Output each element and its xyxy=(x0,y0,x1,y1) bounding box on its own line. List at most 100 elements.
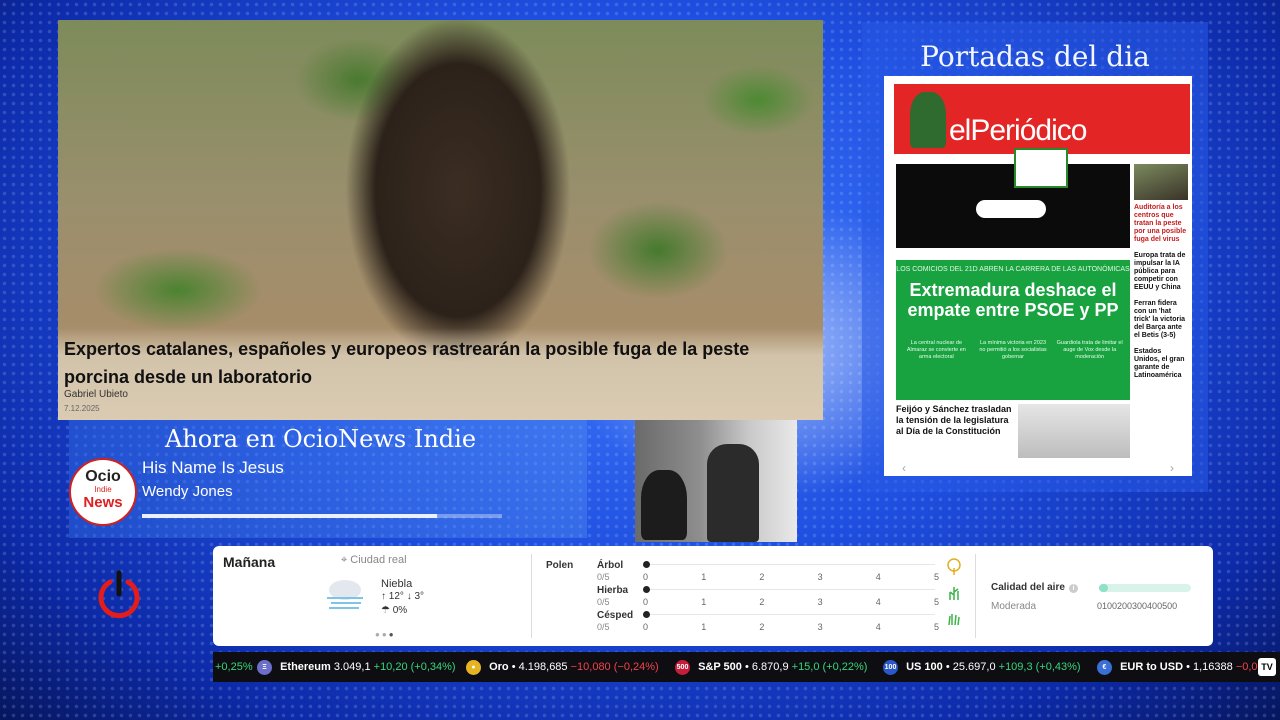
ethereum-icon: Ξ xyxy=(257,659,272,675)
air-quality-scale: 0100200300400500 xyxy=(1097,601,1178,611)
song-title: His Name Is Jesus xyxy=(142,458,284,477)
weather-condition: Niebla xyxy=(381,578,413,590)
scale-tick: 5 xyxy=(933,597,939,607)
polen-track xyxy=(645,589,935,590)
cover-lead-story: LOS COMICIOS DEL 21D ABREN LA CARRERA DE… xyxy=(896,260,1130,400)
portadas-panel: Portadas del dia elPeriódico LOS COMICIO… xyxy=(862,22,1208,492)
ticker-name: EUR to USD xyxy=(1120,661,1184,673)
scale-tick: 0 xyxy=(643,572,649,582)
weather-widget: Mañana ⌖ Ciudad real Niebla ↑ 12° ↓ 3° ☂… xyxy=(213,546,1213,646)
now-playing-header: Ahora en OcioNews Indie xyxy=(165,425,477,453)
ticker-item-us100[interactable]: 100 US 100 • 25.697,0 +109,3 (+0,43%) xyxy=(883,652,1081,682)
scale-tick: 1 xyxy=(701,622,707,632)
location-text: Ciudad real xyxy=(350,554,407,566)
polen-marker xyxy=(643,586,650,593)
polen-track xyxy=(645,564,935,565)
cover-logo: elPeriódico xyxy=(949,114,1087,147)
song-progress xyxy=(142,514,502,518)
polen-name: Césped xyxy=(597,610,634,621)
congress-photo xyxy=(1018,404,1130,458)
page-dot-active[interactable]: ● xyxy=(389,630,396,639)
cover-kicker: LOS COMICIOS DEL 21D ABREN LA CARRERA DE… xyxy=(896,266,1130,273)
air-quality-status: Moderada xyxy=(991,601,1037,612)
news-date: 7.12.2025 xyxy=(64,404,100,413)
lawn-icon xyxy=(947,608,961,626)
ticker-change: −10,080 (−0,24%) xyxy=(570,661,659,673)
ticker-item-eurusd[interactable]: € EUR to USD • 1,16388 −0,000 xyxy=(1097,652,1270,682)
ticker-price: 3.049,1 xyxy=(333,661,371,673)
grass-icon xyxy=(947,583,961,601)
divider xyxy=(975,554,976,638)
ticker-name: S&P 500 xyxy=(698,661,742,673)
polen-row-cesped: Césped 0/5 0 1 2 3 4 5 xyxy=(597,610,960,634)
scale-tick: 4 xyxy=(875,597,881,607)
polen-value: 0/5 xyxy=(597,572,610,582)
scale-tick: 3 xyxy=(817,597,823,607)
ticker-name: Ethereum xyxy=(280,661,331,673)
us100-icon: 100 xyxy=(883,659,898,675)
arrow-down-icon: ↓ xyxy=(406,591,412,602)
side-story-3: Ferran fidera con un 'hat trick' la vict… xyxy=(1134,300,1186,339)
ticker-sep: • xyxy=(744,661,749,673)
cover-bottom-story: Feijóo y Sánchez trasladan la tensión de… xyxy=(896,404,1012,436)
news-card[interactable]: Expertos catalanes, españoles y europeos… xyxy=(58,20,823,420)
scale-tick: 2 xyxy=(759,622,765,632)
ocionews-logo: Ocio Indie News xyxy=(69,458,137,526)
webcam-feed xyxy=(635,420,797,542)
page-dot[interactable]: ● xyxy=(375,630,382,639)
cover-col-1: La central nuclear de Almaraz se convier… xyxy=(906,340,966,360)
air-quality-label-text: Calidad del aire xyxy=(991,582,1065,593)
ticker-item-ethereum[interactable]: Ξ Ethereum 3.049,1 +10,20 (+0,34%) xyxy=(257,652,456,682)
ticker-sep: • xyxy=(945,661,950,673)
scale-tick: 0 xyxy=(643,622,649,632)
fog-icon xyxy=(323,578,369,610)
power-icon[interactable] xyxy=(94,570,144,620)
polen-value: 0/5 xyxy=(597,622,610,632)
arrow-up-icon: ↑ xyxy=(381,591,386,602)
ticker-price: 1,16388 xyxy=(1193,661,1233,673)
newspaper-cover[interactable]: elPeriódico LOS COMICIOS DEL 21D ABREN L… xyxy=(884,76,1192,476)
ticker-sep: • xyxy=(1186,661,1190,673)
page-dot[interactable]: ● xyxy=(382,630,389,639)
extremadura-flag xyxy=(1014,148,1068,188)
rain-value: 0% xyxy=(392,605,408,616)
ticker-item-sp500[interactable]: 500 S&P 500 • 6.870,9 +15,0 (+0,22%) xyxy=(675,652,867,682)
ticker-item[interactable]: +0,25% xyxy=(215,652,253,682)
scale-tick: 1 xyxy=(701,597,707,607)
cover-col-3: Guardiola trata de limitar el auge de Vo… xyxy=(1056,340,1123,360)
scale-tick: 4 xyxy=(875,572,881,582)
portadas-title: Portadas del dia xyxy=(920,40,1150,73)
ballot-slot xyxy=(976,200,1046,218)
info-icon[interactable]: i xyxy=(1068,584,1078,593)
ticker-change: +10,20 (+0,34%) xyxy=(373,661,456,673)
pagination-dots[interactable]: ●●● xyxy=(375,630,396,639)
chevron-left-icon[interactable]: ‹ xyxy=(902,461,906,475)
ticker-price: 6.870,9 xyxy=(751,661,789,673)
logo-text-mid: Indie xyxy=(94,485,112,494)
weather-location[interactable]: ⌖ Ciudad real xyxy=(341,554,407,567)
sp500-icon: 500 xyxy=(675,659,690,675)
cover-header: elPeriódico xyxy=(894,84,1190,154)
tradingview-logo[interactable]: TV xyxy=(1258,658,1276,676)
song-progress-fill xyxy=(142,514,438,518)
chair xyxy=(707,444,759,542)
news-author: Gabriel Ubieto xyxy=(64,389,128,400)
polen-scale: 0 1 2 3 4 5 xyxy=(643,572,939,582)
ticker-price: 25.697,0 xyxy=(952,661,996,673)
scale-tick: 5 xyxy=(933,622,939,632)
cover-sidebar: Auditoría a los centros que tratan la pe… xyxy=(1134,164,1188,454)
now-playing-banner: Ahora en OcioNews Indie Ocio Indie News … xyxy=(69,420,587,538)
ticker-change: +15,0 (+0,22%) xyxy=(791,661,868,673)
side-story-1: Auditoría a los centros que tratan la pe… xyxy=(1134,204,1187,243)
polen-label: Polen xyxy=(546,560,574,571)
polen-name: Hierba xyxy=(597,585,629,596)
weather-temps: ↑ 12° ↓ 3° xyxy=(381,591,424,602)
chevron-right-icon[interactable]: › xyxy=(1170,461,1174,475)
scale-tick: 3 xyxy=(817,622,823,632)
air-quality-bar xyxy=(1099,584,1191,592)
logo-text-top: Ocio xyxy=(85,468,121,485)
news-title[interactable]: Expertos catalanes, españoles y europeos… xyxy=(64,335,804,391)
gold-icon: ● xyxy=(466,659,481,675)
ticker-item-oro[interactable]: ● Oro • 4.198,685 −10,080 (−0,24%) xyxy=(466,652,659,682)
scale-tick: 0 xyxy=(643,597,649,607)
